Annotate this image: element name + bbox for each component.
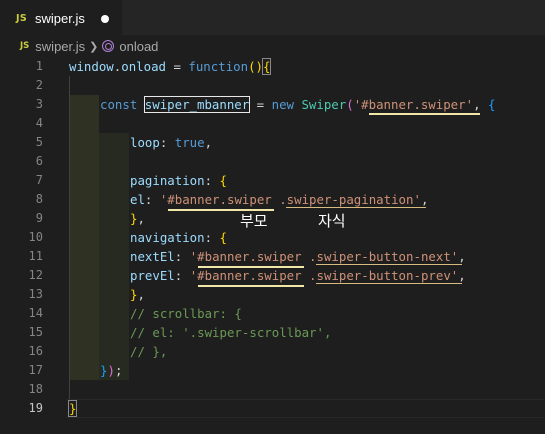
code-line-13[interactable]: },: [130, 285, 145, 304]
line-number: 17: [28, 363, 43, 377]
function-symbol-icon: [102, 40, 115, 52]
javascript-file-icon: JS: [20, 41, 30, 51]
line-number: 3: [35, 97, 43, 111]
line-number: 19: [28, 401, 43, 415]
line-number: 4: [35, 116, 43, 130]
tab-label: swiper.js: [34, 10, 85, 26]
matched-bracket: {: [261, 58, 272, 75]
child-annotation-label: 자식: [318, 212, 346, 230]
code-line-17[interactable]: });: [100, 361, 122, 380]
code-line-7[interactable]: pagination: {: [130, 171, 227, 190]
code-line-15[interactable]: // el: '.swiper-scrollbar',: [130, 323, 331, 342]
line-number: 15: [28, 325, 43, 339]
code-line-9[interactable]: },: [130, 209, 145, 228]
code-line-16[interactable]: // },: [130, 342, 167, 361]
child-selector-underline: [316, 283, 462, 284]
breadcrumb-file[interactable]: swiper.js: [35, 39, 85, 54]
breadcrumb-symbol[interactable]: onload: [119, 39, 158, 54]
unsaved-changes-dot-icon[interactable]: [101, 15, 109, 23]
code-line-3[interactable]: const swiper_mbanner = new Swiper('#bann…: [100, 95, 495, 114]
code-line-5[interactable]: loop: true,: [130, 133, 212, 152]
chevron-right-icon: ❯: [89, 40, 99, 53]
tab-bar: JS swiper.js: [0, 0, 545, 35]
line-number: 18: [28, 382, 43, 396]
string-underline-annotation: [369, 113, 480, 115]
line-number: 10: [28, 230, 43, 244]
matched-bracket: }: [67, 400, 78, 417]
parent-annotation-label: 부모: [240, 212, 268, 230]
code-line-14[interactable]: // scrollbar: {: [130, 304, 242, 323]
line-number: 9: [35, 211, 43, 225]
breadcrumb: JS swiper.js ❯ onload: [0, 35, 545, 57]
line-number: 11: [28, 249, 43, 263]
line-number: 5: [35, 135, 43, 149]
parent-selector-underline: [198, 285, 304, 287]
code-line-19[interactable]: }: [67, 399, 78, 418]
javascript-file-icon: JS: [16, 12, 27, 24]
selected-word-highlight: swiper_mbanner: [143, 96, 251, 113]
code-line-10[interactable]: navigation: {: [130, 228, 227, 247]
child-selector-underline: [286, 207, 426, 208]
line-number: 2: [35, 78, 43, 92]
line-number: 8: [35, 192, 43, 206]
line-number: 1: [35, 59, 43, 73]
tab-swiper-js[interactable]: JS swiper.js: [0, 0, 122, 35]
child-selector-underline: [316, 264, 462, 265]
line-number: 16: [28, 344, 43, 358]
code-editor[interactable]: 1 2 3 4 5 6 7 8 9 10 11 12 13 14 15 16 1…: [0, 57, 545, 434]
line-number: 13: [28, 287, 43, 301]
code-line-1[interactable]: window.onload = function(){: [69, 57, 272, 76]
line-number: 14: [28, 306, 43, 320]
line-number: 12: [28, 268, 43, 282]
line-number: 6: [35, 154, 43, 168]
line-number: 7: [35, 173, 43, 187]
